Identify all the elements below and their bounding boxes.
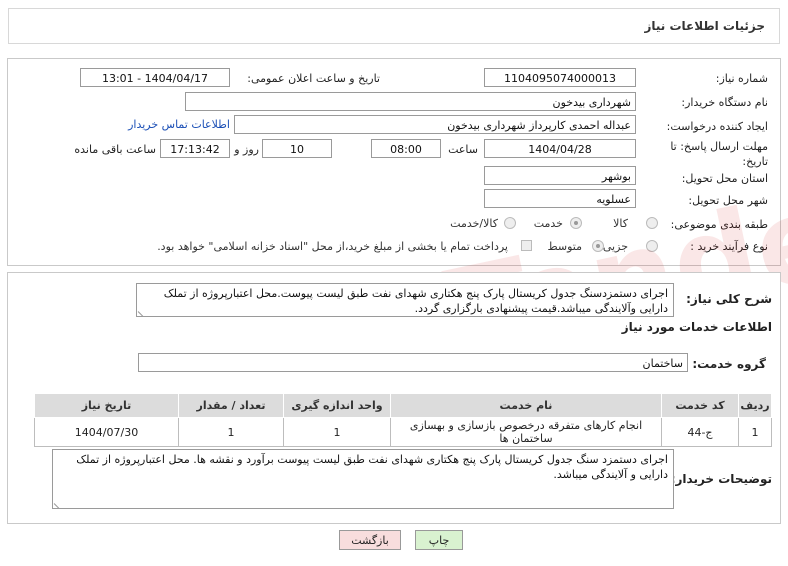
service-group-label: گروه خدمت:	[692, 357, 766, 371]
deadline-time-field: 08:00	[371, 139, 441, 158]
description-label: شرح کلی نیاز:	[686, 292, 772, 306]
treasury-payment-checkbox[interactable]	[521, 240, 532, 251]
col-unit: واحد اندازه گیری	[283, 393, 391, 418]
announce-label: تاریخ و ساعت اعلان عمومی:	[247, 72, 380, 85]
buyer-contact-link[interactable]: اطلاعات تماس خریدار	[128, 118, 230, 131]
description-content: اجرای دستمزدسنگ جدول کریستال پارک پنج هک…	[163, 287, 668, 315]
announce-field: 1404/04/17 - 13:01	[80, 68, 230, 87]
category-goods-radio[interactable]	[646, 217, 658, 229]
description-text: اجرای دستمزدسنگ جدول کریستال پارک پنج هک…	[136, 283, 674, 317]
process-minor-label: جزیی	[602, 240, 628, 253]
resize-handle-icon[interactable]	[53, 498, 65, 508]
cell-row: 1	[738, 417, 772, 447]
category-service-radio[interactable]	[570, 217, 582, 229]
process-medium-radio[interactable]	[592, 240, 604, 252]
buyer-org-field: شهرداری بیدخون	[185, 92, 636, 111]
category-service-label: خدمت	[533, 217, 563, 230]
remaining-time-field: 17:13:42	[160, 139, 230, 158]
process-label: نوع فرآیند خرید :	[690, 240, 768, 253]
days-field: 10	[262, 139, 332, 158]
page-title: جزئیات اطلاعات نیاز	[644, 19, 765, 33]
col-row: ردیف	[738, 393, 772, 418]
deadline-time-label: ساعت	[448, 143, 478, 156]
back-button[interactable]: بازگشت	[339, 530, 401, 550]
category-goods-service-label: کالا/خدمت	[450, 217, 498, 230]
category-label: طبقه بندی موضوعی:	[670, 218, 768, 231]
print-button[interactable]: چاپ	[415, 530, 463, 550]
buyer-org-label: نام دستگاه خریدار:	[681, 96, 768, 109]
cell-quantity: 1	[178, 417, 284, 447]
table-header-row: ردیف کد خدمت نام خدمت واحد اندازه گیری ت…	[34, 393, 772, 418]
remaining-label: ساعت باقی مانده	[74, 143, 156, 156]
deadline-label: مهلت ارسال پاسخ: تا تاریخ:	[670, 140, 768, 168]
need-number-label: شماره نیاز:	[715, 72, 768, 85]
table-row: 1 ج-44 انجام کارهای متفرقه درخصوص بازساز…	[34, 417, 772, 447]
buyer-notes-label: توضیحات خریدار:	[670, 472, 772, 486]
process-minor-radio[interactable]	[646, 240, 658, 252]
category-goods-service-radio[interactable]	[504, 217, 516, 229]
resize-handle-icon[interactable]	[137, 306, 149, 316]
col-service-name: نام خدمت	[390, 393, 662, 418]
services-section-title: اطلاعات خدمات مورد نیاز	[621, 320, 772, 334]
details-header: جزئیات اطلاعات نیاز	[8, 8, 780, 44]
col-service-code: کد خدمت	[661, 393, 739, 418]
city-label: شهر محل تحویل:	[688, 194, 768, 207]
province-field: بوشهر	[484, 166, 636, 185]
creator-label: ایجاد کننده درخواست:	[666, 120, 768, 133]
col-quantity: تعداد / مقدار	[178, 393, 284, 418]
days-label: روز و	[234, 143, 259, 156]
process-medium-label: متوسط	[547, 240, 582, 253]
province-label: استان محل تحویل:	[681, 172, 768, 185]
col-need-date: تاریخ نیاز	[34, 393, 179, 418]
deadline-date-field: 1404/04/28	[484, 139, 636, 158]
cell-need-date: 1404/07/30	[34, 417, 179, 447]
cell-service-name: انجام کارهای متفرقه درخصوص بازسازی و بهس…	[390, 417, 662, 447]
payment-note: پرداخت تمام یا بخشی از مبلغ خرید،از محل …	[157, 240, 508, 253]
category-goods-label: کالا	[613, 217, 628, 230]
creator-field: عبداله احمدی کارپرداز شهرداری بیدخون	[234, 115, 636, 134]
need-number-field: 1104095074000013	[484, 68, 636, 87]
service-group-field: ساختمان	[138, 353, 688, 372]
buyer-notes-content: اجرای دستمزد سنگ جدول کریستال پارک پنج ه…	[76, 453, 668, 481]
buyer-notes-text: اجرای دستمزد سنگ جدول کریستال پارک پنج ه…	[52, 449, 674, 509]
cell-service-code: ج-44	[661, 417, 739, 447]
cell-unit: 1	[283, 417, 391, 447]
services-table: ردیف کد خدمت نام خدمت واحد اندازه گیری ت…	[34, 393, 772, 447]
city-field: عسلویه	[484, 189, 636, 208]
